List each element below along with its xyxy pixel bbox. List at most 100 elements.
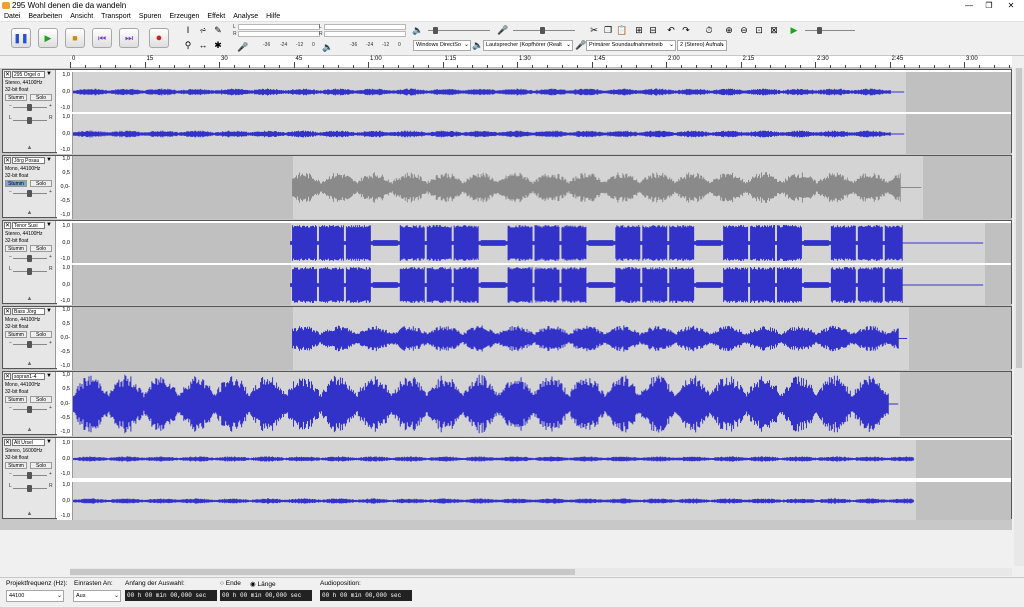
close-track-icon[interactable]: ✕	[4, 71, 11, 78]
solo-button[interactable]: Solo	[30, 396, 52, 403]
zoom-out-icon[interactable]: ⊖	[738, 24, 750, 36]
track-control-panel[interactable]: ✕ 295 Orgel o ▼ Stereo, 44100Hz 32-bit float…	[3, 70, 56, 152]
stop-button[interactable]: ■	[65, 28, 85, 48]
mute-button[interactable]: Stumm	[5, 331, 27, 338]
redo-icon[interactable]: ↷	[680, 24, 692, 36]
solo-button[interactable]: Solo	[30, 180, 52, 187]
play-at-speed-icon[interactable]: ▶	[788, 24, 800, 36]
close-track-icon[interactable]: ✕	[4, 373, 11, 380]
snap-select[interactable]: Aus ⌄	[73, 590, 121, 602]
draw-tool-icon[interactable]: ✎	[212, 24, 224, 36]
play-meter-bar[interactable]	[324, 24, 406, 30]
amplitude-scale[interactable]: 1,0 0,0 -1,0	[57, 265, 73, 305]
gain-slider-knob[interactable]	[27, 472, 32, 479]
waveform-area[interactable]	[73, 440, 1011, 478]
gain-slider-knob[interactable]	[27, 406, 32, 413]
menu-effekt[interactable]: Effekt	[203, 11, 229, 22]
undo-icon[interactable]: ↶	[665, 24, 677, 36]
solo-button[interactable]: Solo	[30, 94, 52, 101]
menu-spuren[interactable]: Spuren	[135, 11, 166, 22]
amplitude-scale[interactable]: 1,0 0,0 -1,0	[57, 482, 73, 520]
fit-selection-icon[interactable]: ⊡	[753, 24, 765, 36]
trim-icon[interactable]: ⊞	[633, 24, 645, 36]
minimize-button[interactable]: —	[958, 0, 980, 11]
play-speed-knob[interactable]	[817, 27, 822, 34]
gain-slider-knob[interactable]	[27, 255, 32, 262]
recording-volume-knob[interactable]	[540, 27, 545, 34]
output-device-select[interactable]: Lautsprecher (Kopfhörer (Realt ⌄	[483, 40, 573, 51]
pan-slider-knob[interactable]	[27, 117, 32, 124]
audio-track[interactable]: ✕ Alt Ursel ▼ Stereo, 16000Hz 32-bit float St…	[2, 437, 1012, 520]
menu-datei[interactable]: Datei	[0, 11, 24, 22]
menu-bearbeiten[interactable]: Bearbeiten	[24, 11, 66, 22]
end-radio[interactable]: ○ Ende	[220, 580, 241, 587]
track-name-button[interactable]: sopran1-4	[12, 373, 45, 380]
close-track-icon[interactable]: ✕	[4, 157, 11, 164]
gain-slider-knob[interactable]	[27, 190, 32, 197]
skip-end-button[interactable]: ⏭	[119, 28, 139, 48]
menu-transport[interactable]: Transport	[97, 11, 135, 22]
amplitude-scale[interactable]: 1,0 0,0 -1,0	[57, 72, 73, 112]
play-meter-bar-right[interactable]	[324, 31, 406, 37]
mute-button[interactable]: Stumm	[5, 462, 27, 469]
waveform-area[interactable]	[73, 223, 1011, 263]
speaker-icon[interactable]: 🔈	[322, 41, 334, 53]
solo-button[interactable]: Solo	[30, 331, 52, 338]
track-control-panel[interactable]: ✕ Bass Jörg ▼ Mono, 44100Hz 32-bit float Stum…	[3, 307, 56, 368]
track-control-panel[interactable]: ✕ Jörg Posau ▼ Mono, 44100Hz 32-bit float Stu…	[3, 156, 56, 217]
collapse-track-icon[interactable]: ▲	[3, 296, 56, 303]
fit-project-icon[interactable]: ⊠	[768, 24, 780, 36]
mute-button[interactable]: Stumm	[5, 245, 27, 252]
track-name-button[interactable]: Bass Jörg	[12, 308, 45, 315]
close-track-icon[interactable]: ✕	[4, 308, 11, 315]
waveform-area[interactable]	[73, 482, 1011, 520]
track-name-button[interactable]: Alt Ursel	[12, 439, 45, 446]
menu-erzeugen[interactable]: Erzeugen	[165, 11, 203, 22]
multi-tool-icon[interactable]: ✱	[212, 39, 224, 51]
amplitude-scale[interactable]: 1,0 0,5 0,0- -0,5 -1,0	[57, 156, 73, 219]
waveform-area[interactable]	[73, 72, 1011, 112]
track-menu-icon[interactable]: ▼	[46, 222, 52, 228]
track-control-panel[interactable]: ✕ sopran1-4 ▼ Mono, 44100Hz 32-bit float Stum…	[3, 372, 56, 434]
cut-icon[interactable]: ✂	[588, 24, 600, 36]
track-menu-icon[interactable]: ▼	[46, 373, 52, 379]
amplitude-scale[interactable]: 1,0 0,0 -1,0	[57, 440, 73, 478]
collapse-track-icon[interactable]: ▲	[3, 427, 56, 434]
track-menu-icon[interactable]: ▼	[46, 157, 52, 163]
audio-track[interactable]: ✕ 295 Orgel o ▼ Stereo, 44100Hz 32-bit float…	[2, 69, 1012, 154]
paste-icon[interactable]: 📋	[616, 24, 628, 36]
maximize-button[interactable]: ❐	[978, 0, 1000, 11]
horizontal-scrollbar-thumb[interactable]	[70, 569, 575, 575]
copy-icon[interactable]: ❐	[602, 24, 614, 36]
track-name-button[interactable]: Tenor Susi	[12, 222, 45, 229]
audio-track[interactable]: ✕ sopran1-4 ▼ Mono, 44100Hz 32-bit float Stum…	[2, 371, 1012, 436]
collapse-track-icon[interactable]: ▲	[3, 361, 56, 368]
project-rate-select[interactable]: 44100 ⌄	[6, 590, 64, 602]
track-menu-icon[interactable]: ▼	[46, 308, 52, 314]
rec-meter-bar[interactable]	[238, 24, 320, 30]
zoom-in-icon[interactable]: ⊕	[723, 24, 735, 36]
playback-volume-knob[interactable]	[433, 27, 438, 34]
mute-button[interactable]: Stumm	[5, 94, 27, 101]
track-control-panel[interactable]: ✕ Alt Ursel ▼ Stereo, 16000Hz 32-bit float St…	[3, 438, 56, 518]
play-speed-slider[interactable]	[805, 30, 855, 31]
selection-start-time[interactable]: 00 h 00 min 00,000 sec	[125, 590, 217, 601]
vertical-scrollbar-thumb[interactable]	[1016, 68, 1022, 368]
input-device-select[interactable]: Primärer Soundaufnahmetreib ⌄	[586, 40, 676, 51]
pan-slider-knob[interactable]	[27, 485, 32, 492]
pan-slider-knob[interactable]	[27, 268, 32, 275]
amplitude-scale[interactable]: 1,0 0,0 -1,0	[57, 114, 73, 154]
solo-button[interactable]: Solo	[30, 462, 52, 469]
menu-hilfe[interactable]: Hilfe	[262, 11, 284, 22]
selection-tool-icon[interactable]: I	[182, 24, 194, 36]
collapse-track-icon[interactable]: ▲	[3, 511, 56, 518]
track-menu-icon[interactable]: ▼	[46, 71, 52, 77]
timeline-ruler[interactable]: 0 15 30 45 1:00 1:15 1:30 1:45 2:00 2:15 2:30 2:45 3…	[70, 56, 1024, 68]
audio-track[interactable]: ✕ Jörg Posau ▼ Mono, 44100Hz 32-bit float Stu…	[2, 155, 1012, 219]
waveform-area[interactable]	[73, 307, 1011, 370]
silence-icon[interactable]: ⊟	[647, 24, 659, 36]
record-button[interactable]: ●	[149, 28, 169, 48]
play-button[interactable]: ▶	[38, 28, 58, 48]
microphone-icon[interactable]: 🎤	[237, 41, 249, 53]
close-button[interactable]: ✕	[1000, 0, 1022, 11]
